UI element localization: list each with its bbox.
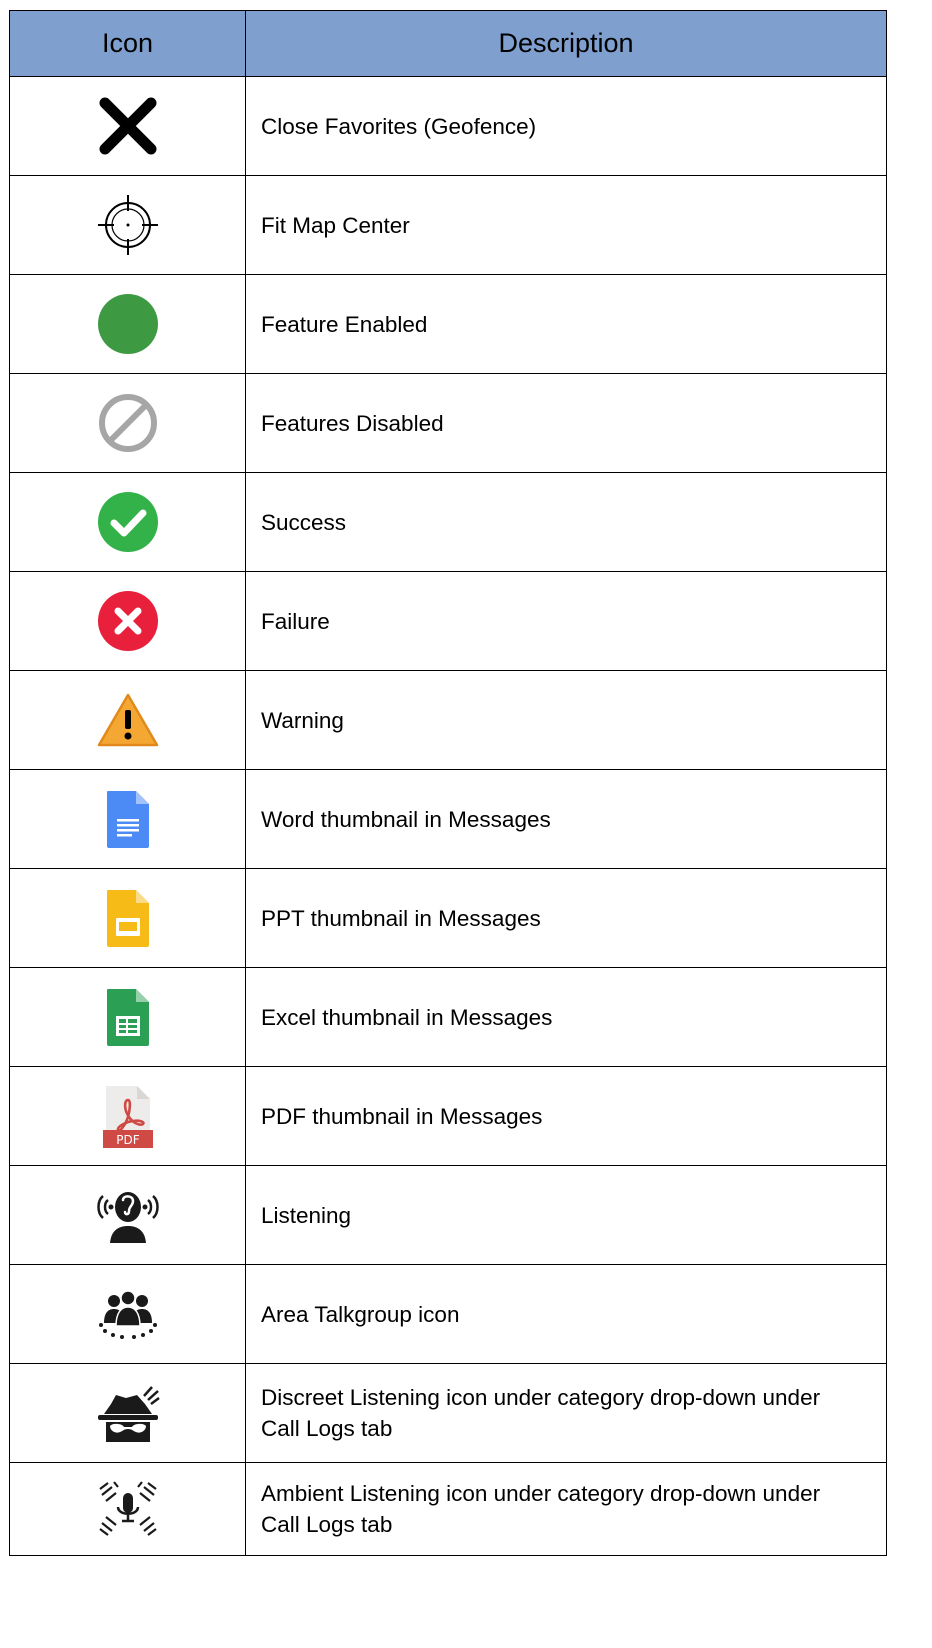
listening-icon <box>96 1192 159 1243</box>
table-row: Ambient Listening icon under category dr… <box>9 1462 887 1556</box>
table-row: Feature Enabled <box>9 274 887 374</box>
svg-text:PDF: PDF <box>116 1133 139 1147</box>
row-description: Fit Map Center <box>245 175 887 275</box>
header-description: Description <box>245 10 887 77</box>
table-row: Area Talkgroup icon <box>9 1264 887 1364</box>
table-row: Success <box>9 472 887 572</box>
table-row: Excel thumbnail in Messages <box>9 967 887 1067</box>
header-row: Icon Description <box>9 10 887 77</box>
row-description: Discreet Listening icon under category d… <box>245 1363 887 1463</box>
word-document-icon <box>106 791 149 848</box>
table-row: Fit Map Center <box>9 175 887 275</box>
table-row: Features Disabled <box>9 373 887 473</box>
ppt-slides-icon <box>106 890 149 947</box>
close-x-icon <box>99 97 156 155</box>
row-description: Word thumbnail in Messages <box>245 769 887 869</box>
discreet-listening-icon <box>97 1386 160 1442</box>
row-description: Ambient Listening icon under category dr… <box>245 1462 887 1556</box>
table-row: PDF PDF thumbnail in Messages <box>9 1066 887 1166</box>
row-description: Close Favorites (Geofence) <box>245 76 887 176</box>
crosshair-icon <box>97 195 158 255</box>
green-dot-icon <box>97 294 158 354</box>
header-icon: Icon <box>9 10 246 77</box>
disabled-icon <box>98 394 157 452</box>
row-description: Area Talkgroup icon <box>245 1264 887 1364</box>
table-row: Close Favorites (Geofence) <box>9 76 887 176</box>
row-description: Features Disabled <box>245 373 887 473</box>
table-row: Failure <box>9 571 887 671</box>
row-description: PPT thumbnail in Messages <box>245 868 887 968</box>
table-row: Listening <box>9 1165 887 1265</box>
row-description: Feature Enabled <box>245 274 887 374</box>
failure-x-icon <box>97 591 158 651</box>
row-description: Failure <box>245 571 887 671</box>
warning-icon <box>97 693 158 747</box>
row-description: PDF thumbnail in Messages <box>245 1066 887 1166</box>
pdf-file-icon: PDF <box>102 1086 153 1148</box>
excel-sheet-icon <box>106 989 149 1046</box>
row-description: Warning <box>245 670 887 770</box>
table-row: Warning <box>9 670 887 770</box>
table-row: PPT thumbnail in Messages <box>9 868 887 968</box>
row-description: Listening <box>245 1165 887 1265</box>
ambient-listening-icon <box>98 1481 157 1536</box>
area-talkgroup-icon <box>98 1290 157 1339</box>
success-check-icon <box>97 492 158 552</box>
row-description: Excel thumbnail in Messages <box>245 967 887 1067</box>
row-description: Success <box>245 472 887 572</box>
table-row: Word thumbnail in Messages <box>9 769 887 869</box>
table-row: Discreet Listening icon under category d… <box>9 1363 887 1463</box>
icon-description-table: Icon Description Close Favorites (Geofen… <box>9 10 887 1556</box>
